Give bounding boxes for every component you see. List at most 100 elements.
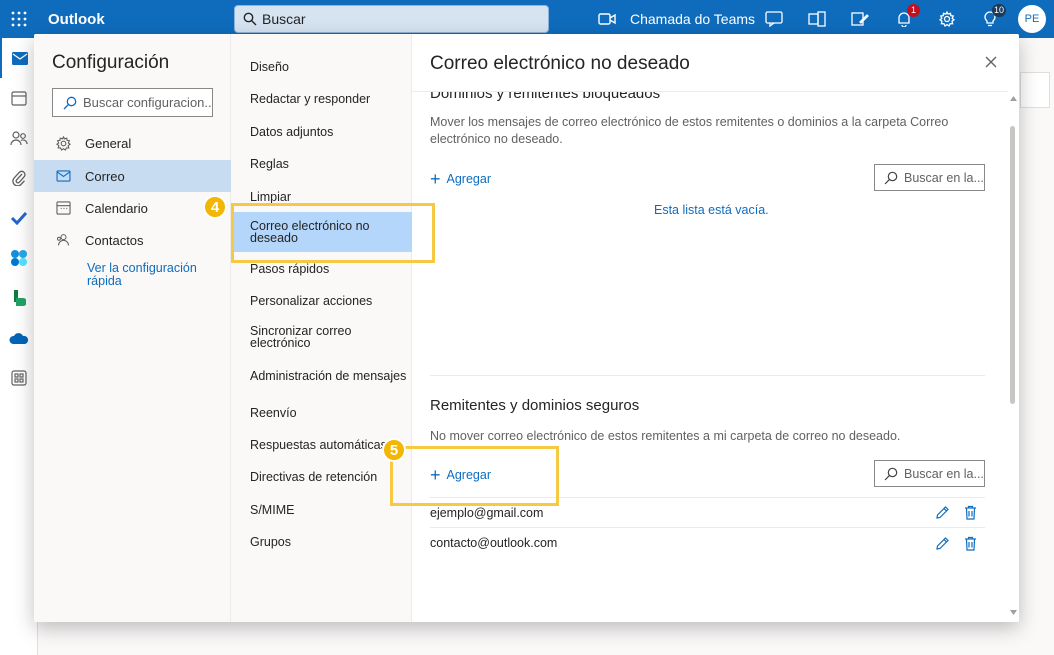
trash-icon[interactable] [964, 505, 977, 520]
global-search-input[interactable]: Buscar [234, 5, 549, 33]
rail-bookings[interactable] [0, 278, 38, 318]
safe-heading: Remitentes y dominios seguros [430, 397, 640, 414]
rail-files[interactable] [0, 158, 38, 198]
paperclip-icon [12, 170, 26, 186]
subcategory-rules[interactable]: Reglas [231, 156, 412, 172]
category-mail[interactable]: Correo [34, 160, 231, 192]
subcategory-sync-email[interactable]: Sincronizar correo electrónico [231, 323, 412, 351]
highlight-safe-add [390, 446, 559, 506]
category-label: General [85, 135, 132, 151]
category-label: Correo [85, 168, 125, 184]
rail-more-apps[interactable] [0, 358, 38, 398]
highlight-junk-email [231, 203, 435, 263]
settings-search-input[interactable]: Buscar configuracion... [52, 88, 213, 117]
blocked-search-input[interactable]: Buscar en la... [874, 164, 985, 191]
safe-search-input[interactable]: Buscar en la... [874, 460, 985, 487]
office-icon [808, 11, 826, 27]
mail-subcategories-pane: Diseño Redactar y responder Datos adjunt… [231, 34, 412, 622]
gear-icon [56, 135, 71, 151]
app-rail [0, 38, 38, 655]
search-icon [884, 171, 898, 184]
subcategory-groups[interactable]: Grupos [231, 534, 412, 550]
blocked-empty-text: Esta lista está vacía. [654, 203, 769, 217]
teams-call-label: Chamada do Teams [630, 11, 756, 27]
tips-badge: 10 [991, 4, 1006, 17]
viva-icon [11, 250, 27, 266]
rail-onedrive[interactable] [0, 318, 38, 358]
pencil-icon[interactable] [935, 505, 950, 520]
scroll-down-icon[interactable] [1010, 610, 1017, 615]
tips-button[interactable]: 10 [980, 4, 1006, 29]
checkmark-icon [10, 211, 28, 225]
apps-grid-icon [11, 370, 27, 386]
waffle-icon [11, 11, 27, 27]
pane-scroll-thumb[interactable] [1010, 126, 1015, 404]
mail-icon [12, 51, 28, 65]
bookings-icon [14, 290, 26, 306]
trash-icon[interactable] [964, 536, 977, 551]
junk-email-pane: Correo electrónico no deseado Dominios y… [412, 34, 1019, 622]
search-icon [243, 12, 257, 26]
pane-title: Correo electrónico no deseado [430, 53, 690, 74]
blocked-search-placeholder: Buscar en la... [904, 170, 984, 185]
safe-description: No mover correo electrónico de estos rem… [430, 429, 901, 443]
category-calendar[interactable]: Calendario [34, 192, 231, 224]
step-marker-5: 5 [382, 438, 406, 462]
notifications-badge: 1 [907, 4, 920, 17]
rail-calendar[interactable] [0, 78, 38, 118]
category-label: Contactos [85, 232, 144, 248]
app-brand[interactable]: Outlook [48, 11, 105, 28]
settings-button[interactable] [937, 9, 957, 29]
chat-icon [765, 11, 783, 27]
blocked-add-button[interactable]: + Agregar [430, 169, 491, 189]
plus-icon: + [430, 169, 441, 189]
safe-sender-address: contacto@outlook.com [430, 536, 558, 550]
subcategory-message-handling[interactable]: Administración de mensajes [231, 362, 412, 390]
subcategory-forwarding[interactable]: Reenvío [231, 405, 412, 421]
blocked-description: Mover los mensajes de correo electrónico… [430, 115, 949, 146]
settings-search-placeholder: Buscar configuracion... [83, 95, 213, 110]
subcategory-customize-actions[interactable]: Personalizar acciones [231, 293, 412, 309]
category-contacts[interactable]: Contactos [34, 224, 231, 256]
blocked-add-label: Agregar [446, 172, 491, 186]
chat-button[interactable] [764, 9, 784, 29]
safe-search-placeholder: Buscar en la... [904, 466, 984, 481]
section-separator [430, 375, 985, 376]
office-app-button[interactable] [807, 9, 827, 29]
search-icon [884, 467, 898, 480]
subcategory-smime[interactable]: S/MIME [231, 502, 412, 518]
pencil-icon[interactable] [935, 536, 950, 551]
avatar[interactable]: PE [1018, 5, 1046, 33]
mail-icon [56, 170, 71, 182]
subcategory-attachments[interactable]: Datos adjuntos [231, 124, 412, 140]
rail-viva[interactable] [0, 238, 38, 278]
rail-people[interactable] [0, 118, 38, 158]
category-general[interactable]: General [34, 127, 231, 159]
subcategory-quick-steps[interactable]: Pasos rápidos [231, 261, 412, 277]
edit-note-button[interactable] [850, 9, 870, 29]
gear-icon [939, 11, 955, 27]
app-launcher-button[interactable] [0, 0, 38, 38]
pane-scroll-area[interactable]: Dominios y remitentes bloqueados Mover l… [412, 92, 1008, 622]
subcategory-layout[interactable]: Diseño [231, 59, 412, 75]
people-icon [10, 130, 28, 145]
rail-mail[interactable] [0, 38, 38, 78]
close-icon[interactable] [983, 54, 999, 70]
calendar-icon [11, 90, 27, 106]
rail-todo[interactable] [0, 198, 38, 238]
blocked-heading: Dominios y remitentes bloqueados [430, 92, 661, 102]
cloud-icon [9, 332, 29, 344]
scroll-up-icon[interactable] [1010, 96, 1017, 101]
settings-categories-pane: Configuración Buscar configuracion... Ge… [34, 34, 231, 622]
settings-title: Configuración [52, 52, 170, 73]
quick-settings-link[interactable]: Ver la configuración rápida [87, 262, 217, 288]
video-call-icon [598, 13, 616, 25]
notifications-button[interactable]: 1 [894, 4, 920, 29]
subcategory-compose-reply[interactable]: Redactar y responder [231, 91, 412, 107]
calendar-icon [56, 201, 71, 215]
safe-sender-row: contacto@outlook.com [430, 528, 985, 558]
teams-call-button[interactable]: Chamada do Teams [598, 0, 755, 38]
settings-dialog: Configuración Buscar configuracion... Ge… [34, 34, 1019, 622]
subcategory-retention-policies[interactable]: Directivas de retención [231, 469, 412, 485]
background-panel [1020, 72, 1050, 108]
